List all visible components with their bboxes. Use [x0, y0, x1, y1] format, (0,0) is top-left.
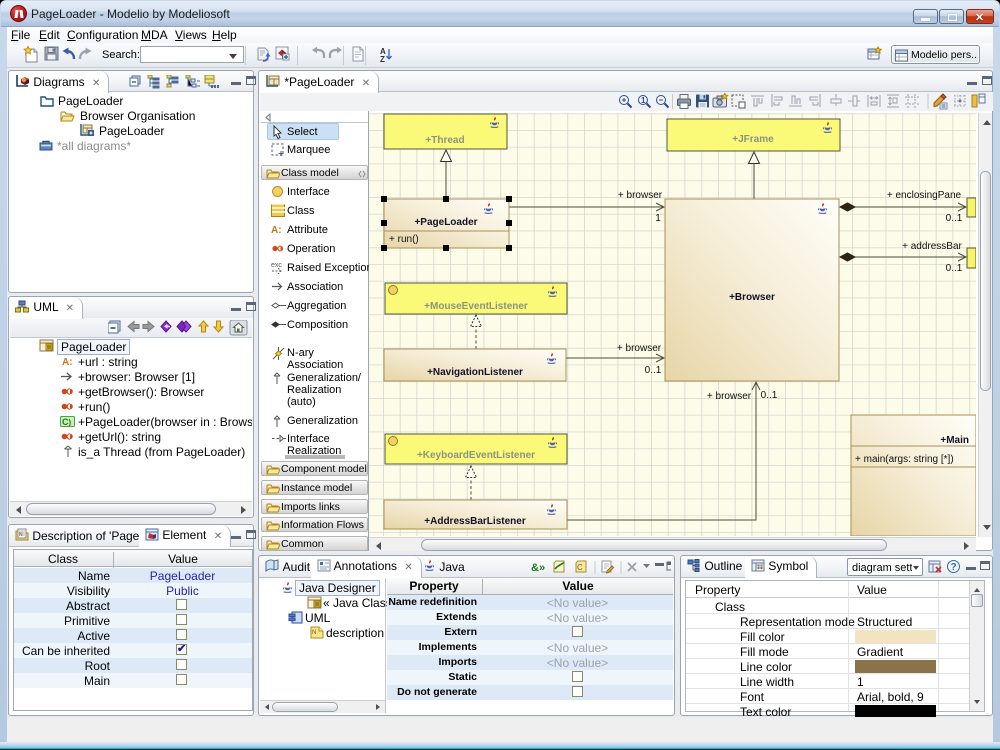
svg-text:C: C	[577, 563, 583, 572]
svg-text:+Browser: +Browser	[729, 292, 775, 303]
svg-text:+KeyboardEventListener: +KeyboardEventListener	[417, 450, 535, 461]
svg-text:+Thread: +Thread	[425, 135, 464, 146]
svg-text:&»: &»	[531, 562, 545, 574]
svg-text:exc: exc	[271, 262, 282, 269]
svg-text:0..1: 0..1	[761, 390, 778, 401]
svg-text:+PageLoader: +PageLoader	[414, 217, 477, 228]
svg-text:A:: A:	[271, 225, 282, 236]
svg-text:Z: Z	[380, 55, 385, 64]
svg-text:N: N	[312, 630, 316, 636]
svg-text:+MouseEventListener: +MouseEventListener	[424, 301, 528, 312]
svg-text:1: 1	[655, 213, 661, 224]
svg-text:+ main(args: string [*]): + main(args: string [*])	[855, 454, 954, 465]
svg-text:+ browser: + browser	[617, 343, 662, 354]
svg-text:0..1: 0..1	[645, 365, 662, 376]
svg-text:+JFrame: +JFrame	[732, 134, 774, 145]
svg-text:0..1: 0..1	[946, 263, 963, 274]
svg-text:+AddressBarListener: +AddressBarListener	[424, 516, 526, 527]
svg-text:+NavigationListener: +NavigationListener	[427, 367, 523, 378]
svg-text:0..1: 0..1	[946, 213, 963, 224]
svg-text:1: 1	[641, 96, 646, 105]
svg-text:+ run(): + run()	[389, 234, 419, 245]
svg-text:+ addressBar: + addressBar	[902, 241, 962, 252]
svg-text:N: N	[19, 532, 23, 538]
svg-text:+ browser: + browser	[707, 391, 752, 402]
svg-text:C): C)	[62, 417, 72, 427]
svg-text:+ enclosingPane: + enclosingPane	[887, 190, 962, 201]
svg-text:A:: A:	[62, 357, 73, 367]
svg-text:+Main: +Main	[940, 435, 969, 446]
svg-text:+ browser: + browser	[618, 190, 663, 201]
